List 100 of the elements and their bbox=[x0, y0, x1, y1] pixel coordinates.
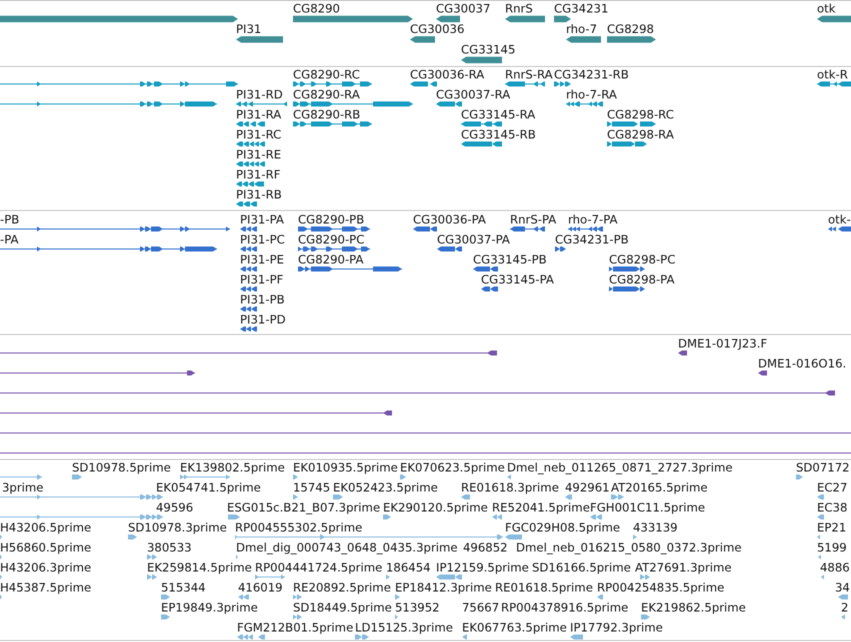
est-feature[interactable] bbox=[817, 514, 824, 520]
transcript-feature[interactable] bbox=[0, 102, 217, 106]
est-feature[interactable] bbox=[640, 574, 650, 580]
transcript-feature[interactable] bbox=[293, 122, 372, 126]
est-feature[interactable] bbox=[565, 494, 572, 500]
est-feature[interactable] bbox=[237, 634, 265, 640]
protein-feature[interactable] bbox=[568, 226, 603, 232]
est-feature[interactable] bbox=[821, 574, 824, 580]
transcript-feature[interactable] bbox=[461, 122, 502, 126]
est-feature[interactable] bbox=[641, 614, 650, 620]
protein-feature[interactable] bbox=[828, 226, 851, 232]
est-feature[interactable] bbox=[255, 574, 285, 580]
est-feature[interactable] bbox=[161, 594, 170, 600]
est-feature[interactable] bbox=[238, 594, 249, 600]
protein-feature[interactable] bbox=[298, 246, 370, 252]
bac-end-feature[interactable] bbox=[0, 370, 195, 376]
transcript-feature[interactable] bbox=[566, 102, 603, 106]
est-feature[interactable] bbox=[128, 534, 137, 540]
protein-feature[interactable] bbox=[240, 246, 257, 252]
protein-feature[interactable] bbox=[609, 286, 645, 292]
est-feature[interactable] bbox=[161, 614, 170, 620]
est-feature[interactable] bbox=[0, 474, 42, 480]
transcript-feature[interactable] bbox=[607, 142, 647, 146]
est-feature[interactable] bbox=[570, 634, 583, 640]
bac-end-feature[interactable] bbox=[0, 350, 497, 356]
gene-feature[interactable] bbox=[436, 16, 460, 22]
gene-feature[interactable] bbox=[410, 36, 435, 43]
gene-feature[interactable] bbox=[461, 56, 502, 64]
transcript-feature[interactable] bbox=[293, 82, 372, 86]
est-feature[interactable] bbox=[395, 594, 400, 600]
gene-feature[interactable] bbox=[236, 36, 283, 43]
est-feature[interactable] bbox=[817, 534, 820, 540]
gene-feature[interactable] bbox=[566, 36, 601, 43]
est-feature[interactable] bbox=[293, 594, 302, 600]
est-feature[interactable] bbox=[293, 494, 298, 500]
bac-end-feature[interactable] bbox=[0, 410, 392, 416]
bac-end-feature[interactable] bbox=[758, 370, 767, 376]
est-feature[interactable] bbox=[180, 474, 230, 480]
transcript-feature[interactable] bbox=[410, 82, 437, 86]
gene-feature[interactable] bbox=[817, 16, 851, 22]
protein-feature[interactable] bbox=[298, 266, 402, 272]
protein-feature[interactable] bbox=[413, 226, 437, 232]
protein-feature[interactable] bbox=[0, 226, 230, 232]
transcript-feature[interactable] bbox=[236, 202, 257, 206]
est-feature[interactable] bbox=[590, 514, 602, 520]
transcript-feature[interactable] bbox=[817, 82, 851, 86]
protein-feature[interactable] bbox=[240, 326, 257, 332]
est-feature[interactable] bbox=[838, 594, 848, 600]
est-feature[interactable] bbox=[333, 494, 343, 500]
est-feature[interactable] bbox=[355, 634, 369, 640]
transcript-feature[interactable] bbox=[236, 182, 264, 186]
gene-feature[interactable] bbox=[0, 16, 238, 22]
est-feature[interactable] bbox=[157, 514, 163, 520]
est-feature[interactable] bbox=[0, 514, 163, 520]
est-feature[interactable] bbox=[633, 534, 637, 540]
protein-feature[interactable] bbox=[437, 246, 462, 252]
est-feature[interactable] bbox=[0, 494, 163, 500]
gene-feature[interactable] bbox=[607, 36, 656, 43]
protein-feature[interactable] bbox=[473, 266, 498, 272]
transcript-feature[interactable] bbox=[607, 122, 656, 126]
protein-feature[interactable] bbox=[0, 246, 217, 252]
transcript-feature[interactable] bbox=[236, 142, 265, 146]
transcript-feature[interactable] bbox=[554, 82, 571, 86]
est-feature[interactable] bbox=[147, 574, 157, 580]
transcript-feature[interactable] bbox=[505, 82, 545, 86]
est-feature[interactable] bbox=[436, 574, 462, 580]
transcript-feature[interactable] bbox=[236, 102, 287, 106]
gene-feature[interactable] bbox=[554, 16, 571, 22]
est-feature[interactable] bbox=[400, 474, 406, 480]
est-feature[interactable] bbox=[228, 514, 240, 520]
est-feature[interactable] bbox=[597, 594, 603, 600]
protein-feature[interactable] bbox=[240, 266, 257, 272]
est-feature[interactable] bbox=[235, 534, 503, 540]
est-feature[interactable] bbox=[157, 494, 163, 500]
transcript-feature[interactable] bbox=[236, 162, 265, 166]
est-feature[interactable] bbox=[147, 554, 157, 560]
est-feature[interactable] bbox=[841, 614, 845, 620]
est-feature[interactable] bbox=[395, 614, 398, 620]
protein-feature[interactable] bbox=[510, 226, 545, 232]
gene-feature[interactable] bbox=[505, 16, 545, 22]
protein-feature[interactable] bbox=[240, 226, 257, 232]
est-feature[interactable] bbox=[386, 574, 390, 580]
protein-feature[interactable] bbox=[481, 286, 498, 292]
est-feature[interactable] bbox=[383, 514, 391, 520]
est-feature[interactable] bbox=[818, 554, 821, 560]
est-feature[interactable] bbox=[507, 474, 511, 480]
transcript-feature[interactable] bbox=[236, 122, 265, 126]
protein-feature[interactable] bbox=[609, 266, 645, 272]
transcript-feature[interactable] bbox=[436, 102, 462, 106]
transcript-feature[interactable] bbox=[461, 142, 502, 146]
est-feature[interactable] bbox=[505, 534, 522, 540]
est-feature[interactable] bbox=[293, 474, 298, 480]
est-feature[interactable] bbox=[461, 494, 470, 500]
bac-end-feature[interactable] bbox=[0, 390, 835, 396]
est-feature[interactable] bbox=[462, 634, 467, 640]
est-feature[interactable] bbox=[72, 474, 82, 480]
gene-feature[interactable] bbox=[293, 16, 413, 22]
protein-feature[interactable] bbox=[240, 286, 257, 292]
protein-feature[interactable] bbox=[240, 306, 257, 312]
bac-end-feature[interactable] bbox=[678, 350, 687, 356]
